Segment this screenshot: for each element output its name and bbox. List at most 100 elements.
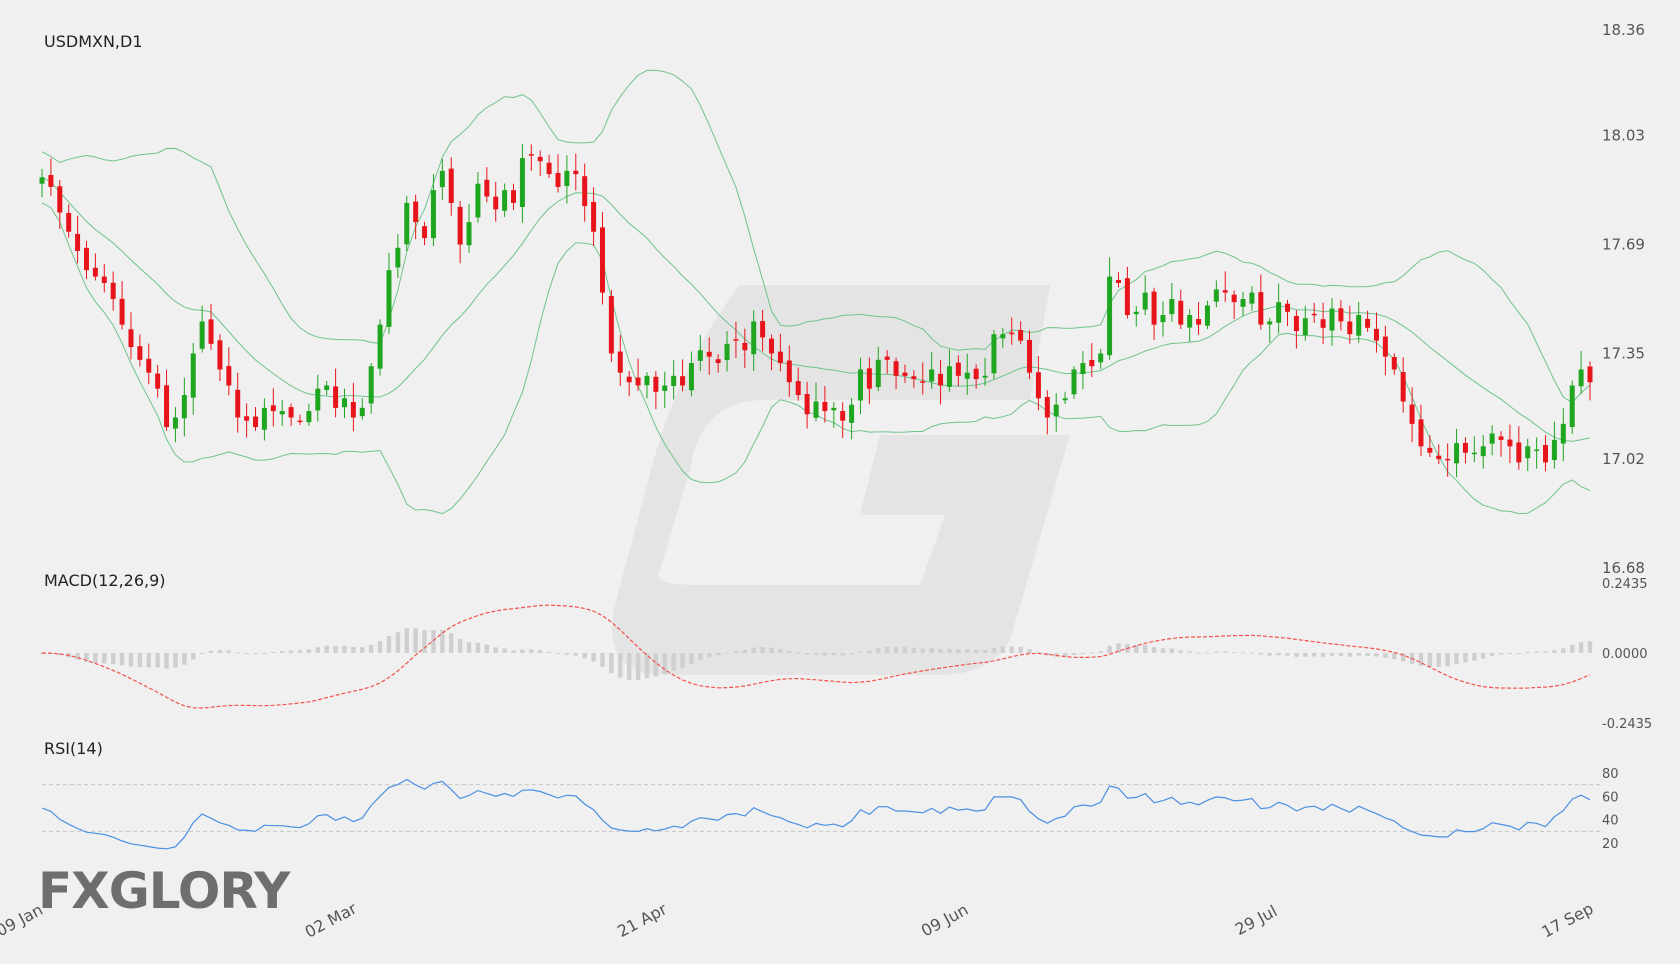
candle <box>324 380 330 396</box>
macd-histogram-bar <box>920 648 925 653</box>
candle-body <box>1240 299 1246 307</box>
candle-body <box>1018 329 1024 341</box>
candle <box>1436 444 1442 465</box>
candle <box>1525 438 1531 471</box>
candle-body <box>804 393 810 415</box>
candle <box>1285 299 1291 326</box>
candle-body <box>1551 439 1557 461</box>
candle-body <box>920 381 926 383</box>
candle <box>1098 348 1104 370</box>
candle <box>475 172 481 223</box>
candle <box>688 351 694 397</box>
candle-body <box>1027 339 1033 373</box>
candle-body <box>324 385 330 390</box>
candle <box>1373 312 1379 353</box>
candle-body <box>1204 305 1210 326</box>
macd-histogram-bar <box>173 653 178 668</box>
candle <box>599 212 605 305</box>
rsi-tick-label: 60 <box>1602 790 1619 805</box>
candle-body <box>1169 299 1175 315</box>
price-tick-label: 17.69 <box>1602 236 1645 254</box>
candle-body <box>777 351 783 364</box>
macd-histogram-bar <box>333 646 338 653</box>
macd-histogram-bar <box>457 638 463 653</box>
candle <box>617 335 623 386</box>
macd-histogram-bar <box>1000 646 1006 653</box>
candle-body <box>1276 302 1282 323</box>
candle <box>511 183 517 210</box>
macd-histogram-bar <box>751 647 756 653</box>
candle <box>635 358 641 391</box>
macd-histogram-bar <box>1374 653 1379 657</box>
macd-histogram-bar <box>217 650 223 653</box>
macd-histogram-bar <box>733 650 739 653</box>
macd-histogram-bar <box>306 649 312 653</box>
macd-histogram-bar <box>484 644 490 653</box>
macd-histogram-bar <box>377 641 383 653</box>
candle-body <box>1267 321 1273 325</box>
macd-histogram-bar <box>653 653 659 677</box>
macd-histogram-bar <box>973 649 979 653</box>
macd-histogram-bar <box>609 653 614 674</box>
candle <box>1044 390 1050 435</box>
macd-histogram-bar <box>280 651 285 653</box>
candle-body <box>119 298 125 325</box>
macd-histogram-bar <box>199 653 205 654</box>
macd-histogram-bar <box>475 642 481 653</box>
chart-svg: 0.2435 0.0000 -0.2435 80 60 40 20 18.36 18.03 1… <box>0 21 1652 942</box>
candle-body <box>1053 404 1059 417</box>
candle-body <box>902 372 908 376</box>
macd-histogram-bar <box>760 647 765 653</box>
candle-body <box>591 201 597 232</box>
candle <box>1311 302 1317 324</box>
price-tick-label: 17.35 <box>1602 344 1645 362</box>
macd-histogram-bar <box>893 647 899 653</box>
candle <box>279 400 285 427</box>
candle-body <box>128 329 134 348</box>
candle-body <box>724 343 730 360</box>
candle <box>1551 421 1557 469</box>
candle-body <box>1062 398 1068 401</box>
candle-body <box>66 212 72 232</box>
candle <box>128 312 134 360</box>
candle <box>1454 428 1460 478</box>
candle-body <box>822 401 828 412</box>
x-tick-label: 17 Sep <box>1538 899 1596 942</box>
macd-histogram-bar <box>155 653 160 668</box>
candle-body <box>1338 308 1344 322</box>
macd-histogram-bar <box>342 645 347 653</box>
candle-body <box>439 170 445 188</box>
macd-histogram-bar <box>1018 646 1023 653</box>
candle <box>466 203 472 253</box>
candle <box>359 398 365 420</box>
candle-body <box>1329 308 1335 331</box>
macd-histogram-bar <box>1534 651 1539 653</box>
candle <box>1204 300 1210 330</box>
macd-histogram-bar <box>1338 653 1344 656</box>
candle <box>297 414 303 425</box>
candle <box>493 181 499 222</box>
candle <box>1249 286 1255 311</box>
macd-histogram-bar <box>1516 653 1522 654</box>
candle <box>1462 437 1468 464</box>
macd-histogram-bar <box>208 650 214 653</box>
macd-histogram-bar <box>315 647 320 653</box>
macd-histogram-bar <box>618 653 623 678</box>
candle-body <box>795 381 801 396</box>
candle-body <box>1587 366 1593 383</box>
macd-histogram-bar <box>1169 648 1175 653</box>
candle-body <box>475 183 481 218</box>
candle <box>1418 404 1424 457</box>
candle-body <box>395 247 401 268</box>
candle-body <box>1462 442 1468 453</box>
price-tick-label: 18.36 <box>1602 21 1645 39</box>
macd-histogram-bar <box>493 647 498 653</box>
candle-body <box>155 373 161 389</box>
candle <box>1213 280 1219 308</box>
candle-body <box>1320 319 1326 328</box>
logo-text: FXGLORY <box>38 862 290 920</box>
candle-body <box>555 172 561 187</box>
macd-histogram-bar <box>1276 653 1281 656</box>
candle <box>315 374 321 422</box>
candle-body <box>181 395 187 419</box>
